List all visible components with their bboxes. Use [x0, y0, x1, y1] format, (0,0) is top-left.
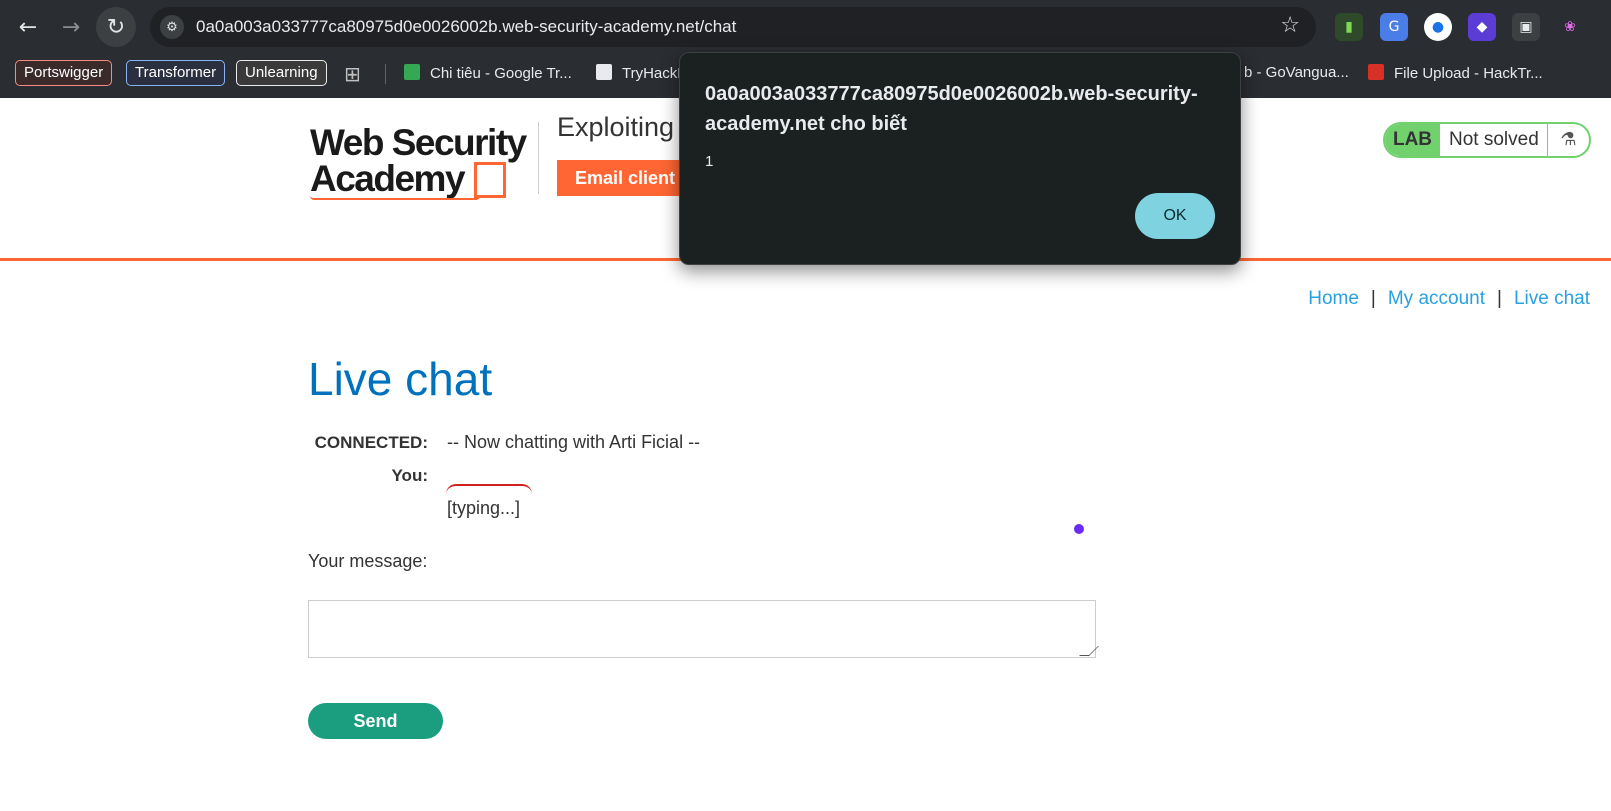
logo-underline [310, 196, 480, 200]
sheets-icon [404, 64, 420, 80]
hacktricks-icon [1368, 64, 1384, 80]
nav-separator: | [1370, 288, 1376, 309]
send-button[interactable]: Send [308, 703, 443, 739]
connected-label: CONNECTED: [314, 433, 428, 452]
bookmark-transformer[interactable]: Transformer [126, 60, 226, 86]
site-info-icon[interactable]: ⚙ [160, 15, 184, 39]
bookmark-chi-tieu[interactable]: Chi tiêu - Google Tr... [404, 64, 572, 82]
lab-title: Exploiting [557, 112, 675, 142]
top-navigation: Home | My account | Live chat [1308, 288, 1590, 310]
nav-home-link[interactable]: Home [1308, 288, 1359, 309]
dialog-ok-button[interactable]: OK [1135, 193, 1215, 239]
message-input[interactable] [308, 600, 1096, 658]
url-text[interactable]: 0a0a003a033777ca80975d0e0026002b.web-sec… [196, 17, 736, 37]
alert-dialog: 0a0a003a033777ca80975d0e0026002b.web-sec… [679, 52, 1241, 265]
web-security-academy-logo[interactable]: Web Security Academy [310, 122, 535, 202]
lab-badge: LAB [1385, 124, 1440, 156]
bookmark-file-upload[interactable]: File Upload - HackTr... [1368, 64, 1543, 82]
tryhackme-icon [596, 64, 612, 80]
bookmark-unlearning[interactable]: Unlearning [236, 60, 327, 86]
address-bar[interactable]: ⚙ 0a0a003a033777ca80975d0e0026002b.web-s… [150, 7, 1316, 47]
forward-icon[interactable]: → [51, 7, 91, 47]
bookmarks-divider [385, 64, 386, 84]
email-client-button[interactable]: Email client [557, 160, 694, 196]
bookmark-star-icon[interactable]: ☆ [1280, 13, 1300, 38]
nav-separator: | [1497, 288, 1502, 309]
bookmark-tryhackme[interactable]: TryHackM [596, 64, 690, 82]
typing-indicator: [typing...] [447, 498, 521, 518]
layers-icon[interactable]: ◆ [1468, 13, 1496, 41]
google-translate-icon[interactable]: G [1380, 13, 1408, 41]
lab-status-widget: LAB Not solved ⚗ [1383, 122, 1591, 158]
dialog-message: 1 [705, 153, 714, 170]
back-icon[interactable]: ← [8, 7, 48, 47]
connected-message: -- Now chatting with Arti Ficial -- [447, 432, 701, 452]
you-label: You: [391, 466, 428, 485]
bookmark-govanguard[interactable]: b - GoVangua... [1244, 64, 1349, 81]
picture-in-picture-icon[interactable]: ▣ [1512, 13, 1540, 41]
header-divider [538, 122, 539, 194]
droplet-icon[interactable]: ● [1424, 13, 1452, 41]
logo-text-line2: Academy [310, 158, 466, 199]
message-label: Your message: [308, 551, 428, 571]
dialog-title: 0a0a003a033777ca80975d0e0026002b.web-sec… [705, 83, 1198, 135]
page-title: Live chat [308, 353, 493, 405]
lab-status-text: Not solved [1449, 129, 1539, 150]
browser-toolbar: ← → ↻ ⚙ 0a0a003a033777ca80975d0e0026002b… [0, 0, 1611, 54]
nav-live-chat-link[interactable]: Live chat [1514, 288, 1590, 309]
nav-my-account-link[interactable]: My account [1388, 288, 1485, 309]
red-annotation-stroke [446, 484, 532, 494]
flask-icon: ⚗ [1547, 124, 1589, 156]
reload-icon[interactable]: ↻ [96, 7, 136, 47]
brain-icon[interactable]: ❀ [1556, 13, 1584, 41]
apps-grid-icon[interactable]: ⊞ [344, 62, 361, 86]
lightning-icon [474, 162, 506, 198]
cursor-dot [1074, 524, 1084, 534]
extension-meter-icon[interactable]: ▮ [1335, 13, 1363, 41]
bookmark-portswigger[interactable]: Portswigger [15, 60, 113, 86]
